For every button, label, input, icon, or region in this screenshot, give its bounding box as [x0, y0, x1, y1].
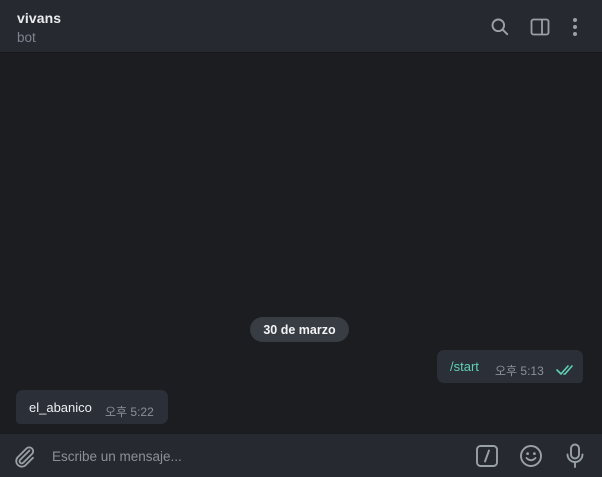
- chat-header: vivans bot: [0, 0, 602, 53]
- outgoing-message[interactable]: /start 오후 5:13: [437, 350, 583, 383]
- emoji-icon[interactable]: [518, 443, 544, 469]
- search-icon[interactable]: [488, 14, 512, 40]
- commands-icon[interactable]: [474, 443, 500, 469]
- bot-command-link[interactable]: /start: [450, 359, 479, 374]
- message-time: 오후 5:13: [495, 364, 544, 378]
- message-input[interactable]: [52, 446, 452, 466]
- incoming-message[interactable]: el_abanico 오후 5:22: [16, 390, 168, 424]
- more-vertical-icon[interactable]: [563, 14, 587, 40]
- sidebar-toggle-icon[interactable]: [528, 14, 552, 40]
- message-text: el_abanico: [29, 400, 92, 415]
- message-time: 오후 5:22: [105, 405, 154, 419]
- chat-subtitle: bot: [17, 30, 36, 45]
- double-check-icon: [556, 363, 576, 375]
- message-composer: [0, 434, 602, 477]
- date-separator: 30 de marzo: [250, 317, 349, 342]
- chat-title[interactable]: vivans: [17, 10, 61, 26]
- attach-icon[interactable]: [11, 443, 37, 469]
- message-list[interactable]: 30 de marzo /start 오후 5:13 el_abanico 오후…: [0, 53, 602, 434]
- microphone-icon[interactable]: [562, 443, 588, 469]
